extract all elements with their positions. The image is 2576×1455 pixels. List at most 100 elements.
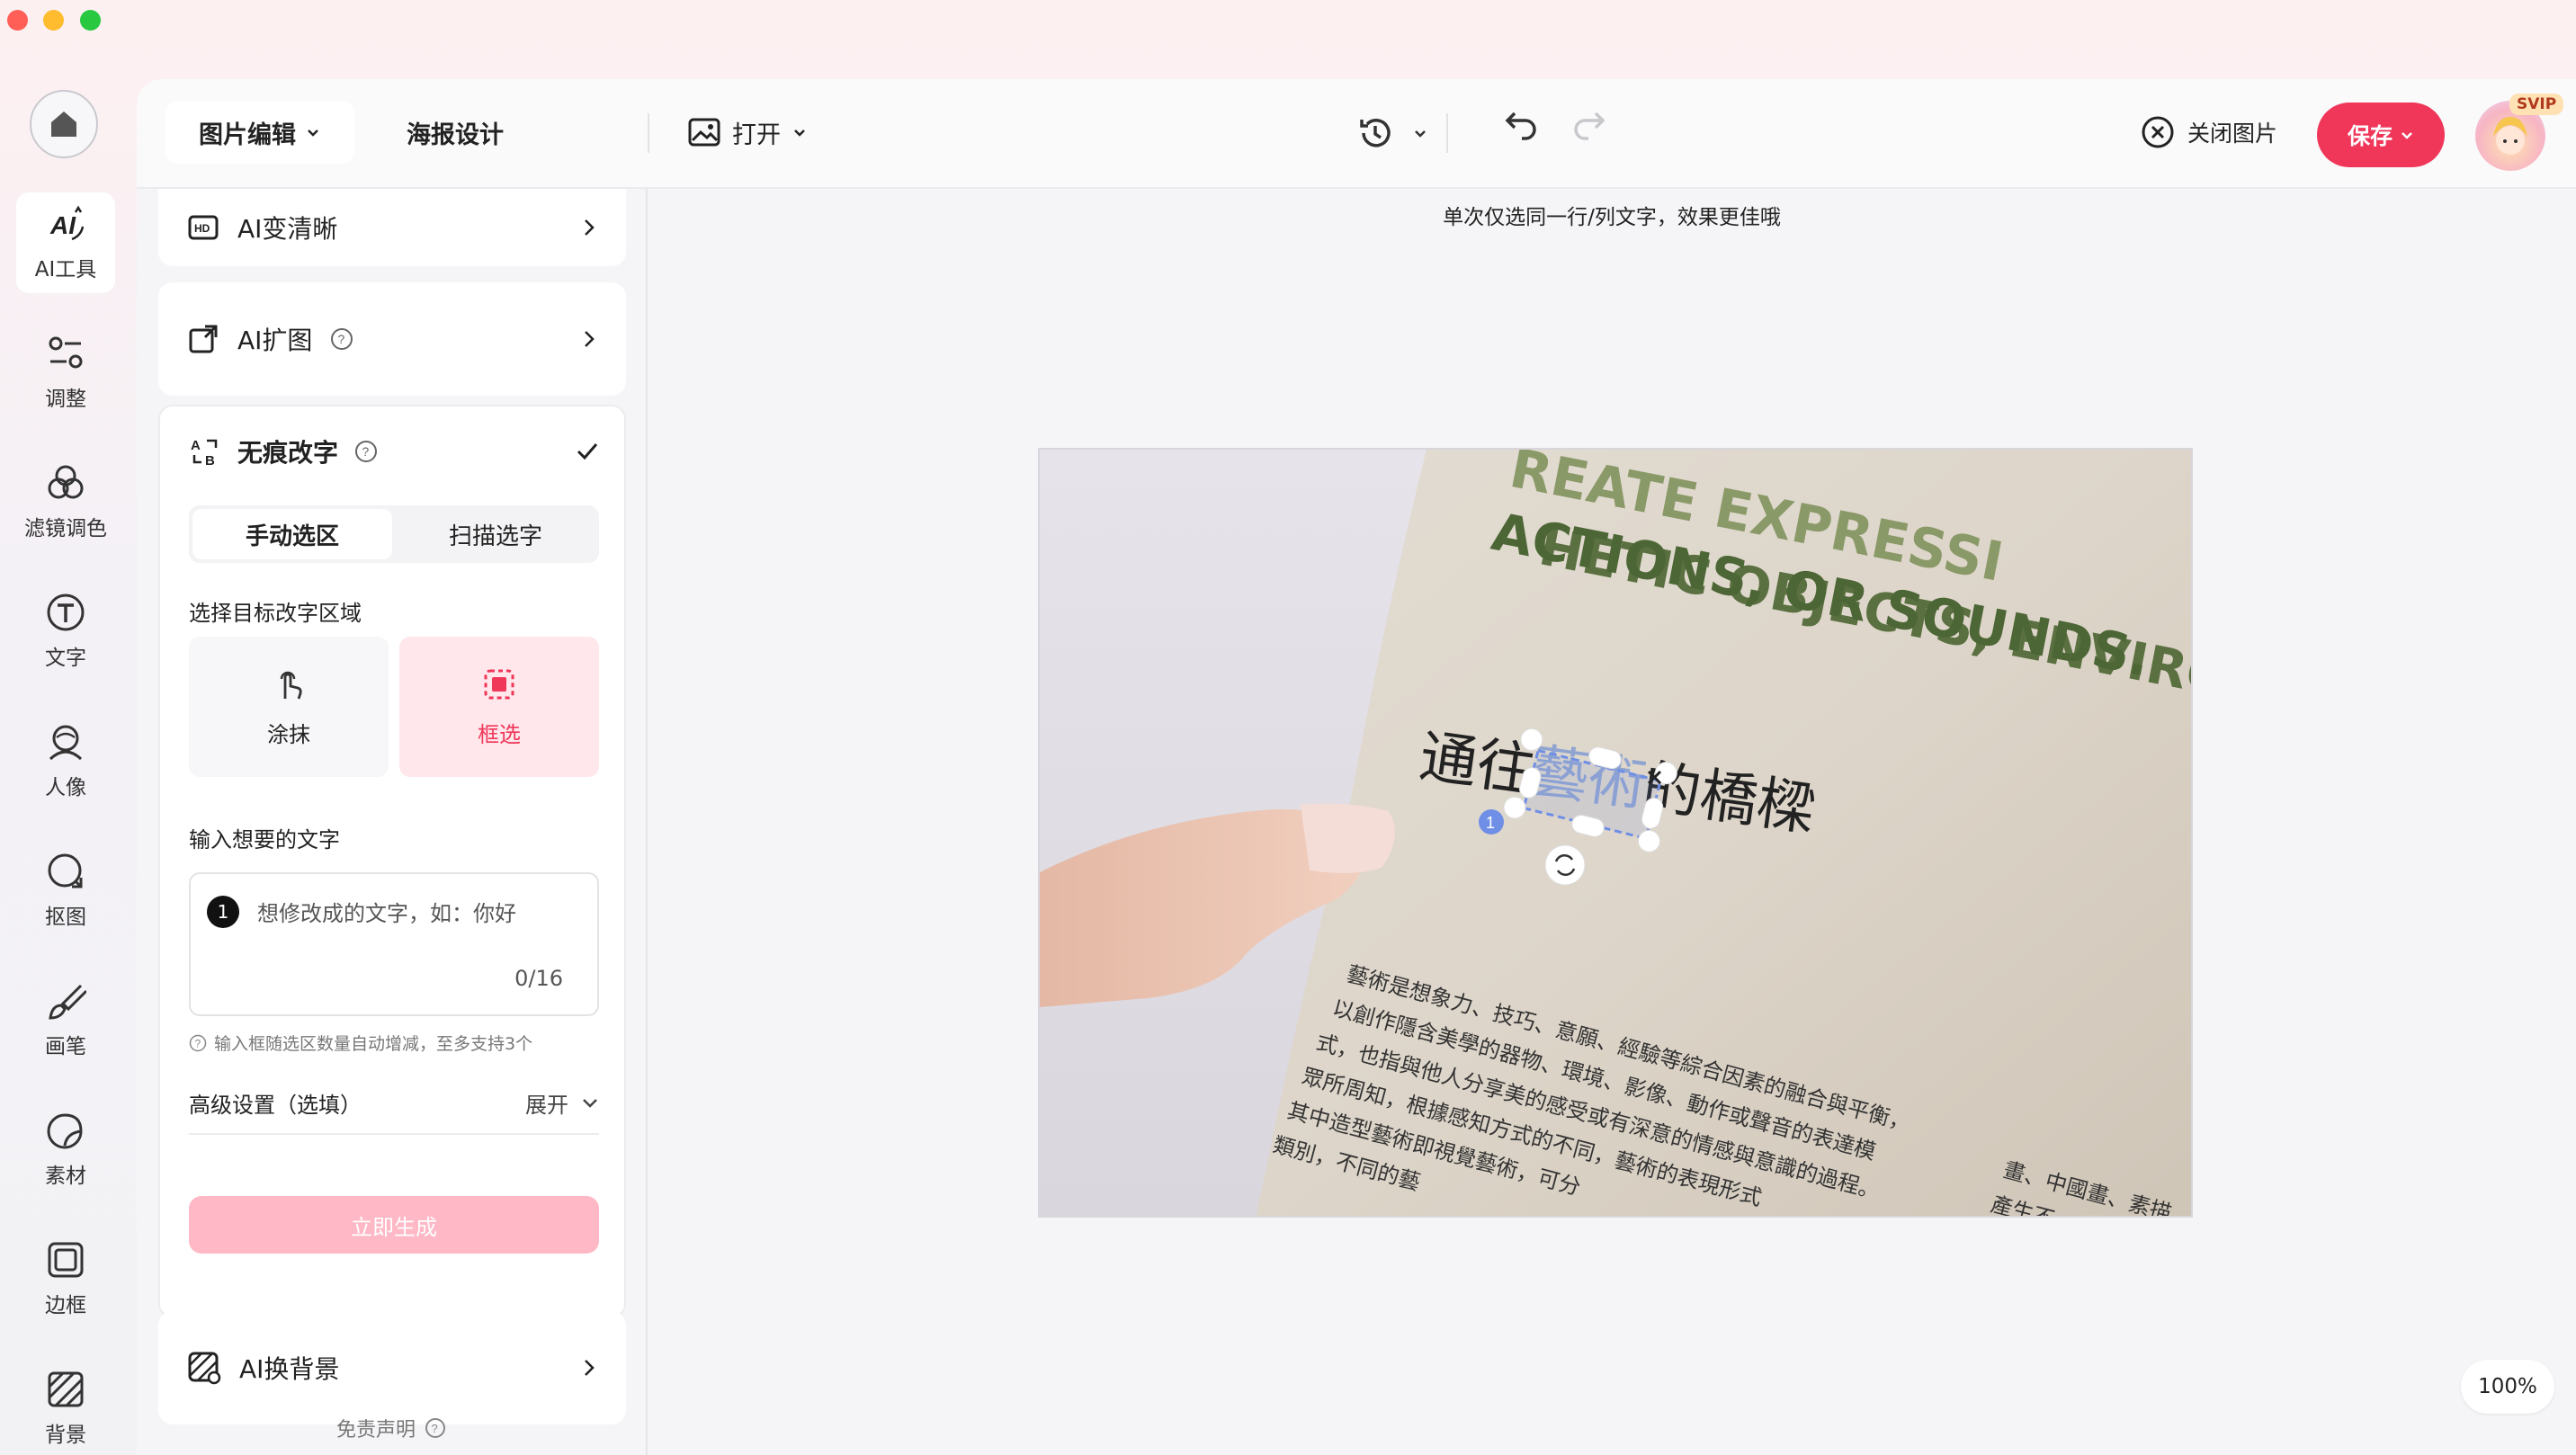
text-icon (47, 594, 85, 631)
mode-box-select-button[interactable]: 框选 (399, 637, 599, 777)
sticker-icon (47, 1113, 83, 1149)
expand-image-icon (189, 325, 218, 353)
select-region-label: 选择目标改字区域 (189, 601, 362, 626)
close-image-label: 关闭图片 (2187, 121, 2278, 147)
input-text-label: 输入想要的文字 (189, 827, 340, 852)
chevron-right-icon (585, 331, 595, 347)
ai-clear-label: AI变清晰 (237, 214, 338, 244)
history-icon (1360, 119, 1391, 147)
rail-label: AI工具 (34, 258, 97, 281)
tab-label: 图片编辑 (199, 121, 296, 149)
chevron-right-icon (585, 1360, 595, 1376)
tab-manual-select[interactable]: 手动选区 (192, 509, 392, 559)
zoom-window-button[interactable] (80, 10, 101, 31)
mode-box-label: 框选 (478, 721, 521, 747)
disclaimer-label: 免责声明 (335, 1419, 416, 1442)
rail-label: 滤镜调色 (24, 517, 107, 540)
tab-poster-design[interactable]: 海报设计 (407, 101, 504, 164)
svg-text:HD: HD (194, 222, 210, 235)
ai-background-card[interactable]: AI换背景 (158, 1311, 626, 1424)
toolbar-divider (1446, 113, 1448, 153)
chevron-down-icon (308, 129, 318, 137)
svg-text:?: ? (432, 1422, 438, 1435)
history-button[interactable] (1356, 104, 1428, 162)
photo-content: REATE EXPRESSI HETIC OBJECTS, ENVIRON AC… (1040, 450, 2191, 1216)
chevron-down-icon (794, 129, 805, 137)
home-button[interactable] (30, 90, 98, 158)
hd-icon: HD (188, 215, 219, 240)
background-icon (48, 1371, 84, 1407)
rotate-handle[interactable] (1544, 844, 1586, 886)
close-image-button[interactable]: 关闭图片 (2141, 101, 2277, 164)
rail-item-frame[interactable]: 边框 (16, 1228, 115, 1329)
chevron-down-icon (2402, 132, 2412, 139)
seamless-text-title: 无痕改字 (237, 438, 339, 468)
ai-background-label: AI换背景 (239, 1354, 340, 1384)
input-hint: ? 输入框随选区数量自动增减，至多支持3个 (189, 1031, 532, 1055)
save-label: 保存 (2347, 123, 2393, 149)
redo-button[interactable] (1569, 104, 1608, 147)
finger-touch-icon (280, 671, 302, 699)
open-button[interactable]: 打开 (687, 101, 808, 164)
seamless-text-card: AB 无痕改字 ? 手动选区 扫描选字 选择目标改字区域 涂抹 框选 输入想要的… (158, 405, 626, 1318)
disclaimer-link[interactable]: 免责声明 ? (137, 1414, 646, 1442)
svg-text:?: ? (338, 332, 345, 346)
home-icon (51, 112, 76, 137)
seamless-text-header[interactable]: AB 无痕改字 ? (189, 433, 599, 469)
minimize-window-button[interactable] (43, 10, 64, 31)
zoom-level[interactable]: 100% (2461, 1360, 2554, 1414)
close-circle-icon (2142, 116, 2174, 148)
title-bar (0, 0, 2576, 43)
edited-photo[interactable]: REATE EXPRESSI HETIC OBJECTS, ENVIRON AC… (1038, 448, 2193, 1218)
input-placeholder: 想修改成的文字，如：你好 (257, 901, 516, 926)
mode-smear-button[interactable]: 涂抹 (189, 637, 389, 777)
advanced-settings-label: 高级设置（选填） (189, 1092, 362, 1118)
expand-label: 展开 (525, 1092, 568, 1118)
svg-text:?: ? (195, 1037, 201, 1049)
rail-item-adjust[interactable]: 调整 (16, 322, 115, 423)
toolbar-divider (648, 113, 649, 153)
svg-text:AI: AI (49, 211, 76, 239)
undo-button[interactable] (1502, 104, 1542, 147)
ai-expand-card[interactable]: AI扩图 ? (158, 282, 626, 396)
rail-label: 素材 (45, 1165, 86, 1188)
rail-label: 画笔 (45, 1035, 86, 1058)
image-icon (688, 118, 720, 147)
selection-mode-tabs: 手动选区 扫描选字 (189, 505, 599, 563)
rail-item-filter[interactable]: 滤镜调色 (16, 451, 115, 552)
rail-label: 调整 (45, 388, 86, 411)
text-replace-icon: AB (191, 438, 218, 468)
background-swap-icon (188, 1352, 221, 1385)
rail-item-cutout[interactable]: 抠图 (16, 840, 115, 941)
help-icon[interactable]: ? (354, 440, 378, 463)
redo-icon (1574, 112, 1606, 140)
mode-smear-label: 涂抹 (267, 721, 310, 747)
rail-label: 文字 (45, 647, 86, 670)
canvas-tip: 单次仅选同一行/列文字，效果更佳哦 (1443, 206, 1781, 229)
tab-label: 海报设计 (407, 121, 504, 149)
rail-item-sticker[interactable]: 素材 (16, 1099, 115, 1200)
cutout-icon (48, 853, 83, 888)
svg-text:?: ? (362, 444, 370, 459)
tab-scan-select[interactable]: 扫描选字 (396, 509, 595, 559)
rail-item-background[interactable]: 背景 (16, 1358, 115, 1455)
rail-label: 抠图 (45, 906, 86, 929)
tool-panel: HD AI变清晰 AI扩图 ? AB 无痕改字 ? 手动选区 扫描选字 选择目标… (137, 189, 646, 1455)
close-window-button[interactable] (7, 10, 28, 31)
rail-item-text[interactable]: 文字 (16, 581, 115, 682)
canvas-area: 单次仅选同一行/列文字，效果更佳哦 REATE EXPRESSI HETIC O… (648, 189, 2576, 1455)
save-button[interactable]: 保存 (2317, 103, 2445, 167)
adjust-icon (49, 336, 83, 369)
ai-clear-card[interactable]: HD AI变清晰 (158, 189, 626, 266)
help-icon: ? (425, 1418, 445, 1438)
rail-item-portrait[interactable]: 人像 (16, 710, 115, 811)
generate-button[interactable]: 立即生成 (189, 1196, 599, 1254)
help-icon[interactable]: ? (330, 327, 353, 351)
rail-item-brush[interactable]: 画笔 (16, 969, 115, 1070)
check-icon (577, 443, 598, 460)
rail-item-ai-tools[interactable]: AI AI工具 (16, 192, 115, 293)
ai-tools-icon: AI (49, 205, 85, 241)
advanced-settings-toggle[interactable]: 高级设置（选填） 展开 (189, 1072, 599, 1135)
replacement-text-input[interactable]: 1 想修改成的文字，如：你好 0/16 (189, 872, 599, 1016)
tab-image-edit[interactable]: 图片编辑 (165, 101, 354, 164)
